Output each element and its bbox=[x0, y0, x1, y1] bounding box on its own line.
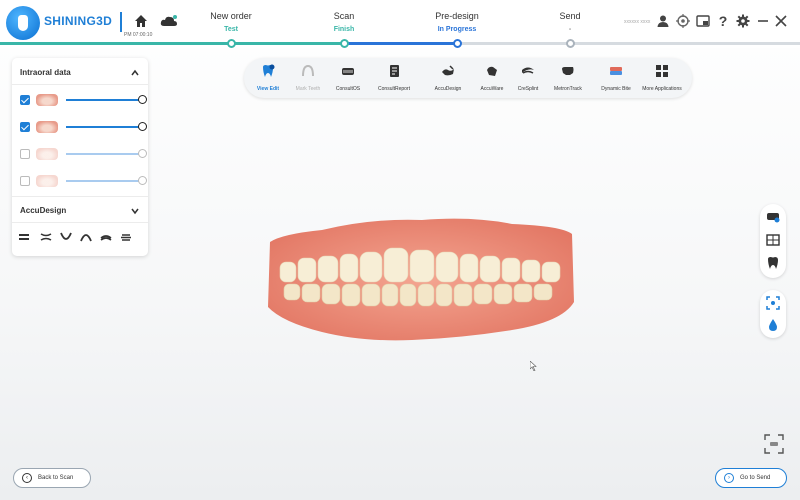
splint-icon bbox=[522, 67, 534, 74]
slider-knob[interactable] bbox=[138, 95, 147, 104]
accudesign-icon bbox=[442, 65, 454, 76]
tool-more-applications[interactable]: More Applications bbox=[640, 62, 684, 96]
tooth-view-icon[interactable] bbox=[766, 256, 780, 270]
stack-tool-icon[interactable] bbox=[120, 232, 132, 242]
opacity-slider[interactable] bbox=[66, 180, 140, 182]
opacity-slider[interactable] bbox=[66, 153, 140, 155]
right-view-tools bbox=[760, 204, 786, 278]
step-title-send: Send bbox=[559, 11, 581, 21]
step-title-pre-design: Pre-design bbox=[435, 11, 479, 21]
arch-icon bbox=[302, 64, 314, 77]
user-icon[interactable] bbox=[656, 14, 670, 28]
step-dot-new-order[interactable] bbox=[227, 39, 236, 48]
dentition-icon bbox=[342, 68, 354, 75]
go-to-send-button[interactable]: › Go to Send bbox=[715, 468, 787, 488]
arch-down-icon[interactable] bbox=[60, 232, 72, 242]
dynamic-bite-icon bbox=[610, 67, 622, 75]
tool-consultreport[interactable]: ConsultReport bbox=[372, 62, 416, 96]
tooth-edit-icon bbox=[263, 64, 275, 77]
tool-consultos[interactable]: ConsultOS bbox=[326, 62, 370, 96]
divider bbox=[12, 196, 148, 197]
lower-scan-thumbnail bbox=[36, 175, 58, 187]
user-name: xxxxxx xxxx bbox=[624, 19, 651, 25]
divider bbox=[120, 12, 122, 32]
step-status-pre-design: In Progress bbox=[437, 26, 477, 33]
home-icon[interactable] bbox=[134, 14, 148, 28]
chevron-left-icon: ‹ bbox=[22, 473, 32, 483]
tool-dynamic-bite[interactable]: Dynamic Bite bbox=[594, 62, 638, 96]
layer-row bbox=[20, 174, 147, 188]
tool-label: ConsultReport bbox=[378, 86, 410, 92]
step-dot-send[interactable] bbox=[566, 39, 575, 48]
tooth-logo-icon bbox=[18, 15, 28, 31]
align-tool-icon[interactable] bbox=[18, 232, 30, 242]
brand-name: SHINING3D bbox=[44, 14, 113, 28]
layer-checkbox[interactable] bbox=[20, 122, 30, 132]
app-toolbar: View Edit Mark Teeth ConsultOS ConsultRe… bbox=[244, 58, 692, 98]
arch-up-icon[interactable] bbox=[80, 232, 92, 242]
metrontrack-icon bbox=[562, 67, 574, 75]
tool-label: More Applications bbox=[642, 86, 682, 92]
minimize-icon[interactable] bbox=[756, 14, 770, 28]
layer-row bbox=[20, 120, 147, 134]
upper-scan-thumbnail bbox=[36, 148, 58, 160]
right-color-tools bbox=[760, 290, 786, 338]
intraoral-data-title: Intraoral data bbox=[20, 68, 71, 77]
chevron-up-icon[interactable] bbox=[130, 68, 140, 78]
cloud-icon[interactable] bbox=[160, 14, 178, 28]
layer-row bbox=[20, 93, 147, 107]
report-icon bbox=[390, 65, 399, 77]
chevron-right-icon: › bbox=[724, 473, 734, 483]
accudesign-title: AccuDesign bbox=[20, 206, 67, 215]
clock-time: PM 07:00:10 bbox=[124, 32, 153, 38]
step-dot-scan[interactable] bbox=[340, 39, 349, 48]
lower-jaw-thumbnail bbox=[36, 121, 58, 133]
opacity-slider[interactable] bbox=[66, 99, 140, 101]
progress-remaining bbox=[457, 42, 800, 45]
color-drop-icon[interactable] bbox=[766, 318, 780, 332]
layers-tool-icon[interactable] bbox=[100, 232, 112, 242]
intraoral-3d-model[interactable] bbox=[262, 212, 578, 352]
settings-icon[interactable] bbox=[736, 14, 750, 28]
top-bar: SHINING3D PM 07:00:10 New order Test Sca… bbox=[0, 0, 800, 48]
opacity-slider[interactable] bbox=[66, 126, 140, 128]
step-status-new-order: Test bbox=[224, 26, 238, 33]
grid-view-icon[interactable] bbox=[766, 233, 780, 247]
divider bbox=[12, 222, 148, 223]
scan-view-icon[interactable] bbox=[766, 210, 780, 224]
layer-checkbox[interactable] bbox=[20, 95, 30, 105]
help-icon[interactable]: ? bbox=[716, 14, 730, 28]
focus-icon[interactable] bbox=[766, 296, 780, 310]
progress-current bbox=[344, 42, 457, 45]
layer-checkbox[interactable] bbox=[20, 149, 30, 159]
bite-tool-icon[interactable] bbox=[40, 232, 52, 242]
mouse-cursor-icon bbox=[530, 361, 537, 371]
layer-checkbox[interactable] bbox=[20, 176, 30, 186]
chevron-down-icon[interactable] bbox=[130, 206, 140, 216]
slider-knob[interactable] bbox=[138, 122, 147, 131]
step-status-send: - bbox=[568, 26, 572, 33]
layer-row bbox=[20, 147, 147, 161]
step-title-new-order: New order bbox=[210, 11, 252, 21]
slider-knob[interactable] bbox=[138, 176, 147, 185]
step-dot-pre-design[interactable] bbox=[453, 39, 462, 48]
grid-apps-icon bbox=[656, 65, 668, 77]
step-status-scan: Finish bbox=[333, 26, 355, 33]
close-icon[interactable] bbox=[774, 14, 788, 28]
divider bbox=[12, 84, 148, 85]
back-to-scan-button[interactable]: ‹ Back to Scan bbox=[13, 468, 91, 488]
upper-jaw-thumbnail bbox=[36, 94, 58, 106]
back-to-scan-label: Back to Scan bbox=[38, 475, 74, 481]
intraoral-data-panel: Intraoral data AccuDesign bbox=[12, 58, 148, 256]
window-icon[interactable] bbox=[696, 14, 710, 28]
slider-knob[interactable] bbox=[138, 149, 147, 158]
accuware-icon bbox=[487, 66, 497, 76]
step-title-scan: Scan bbox=[333, 11, 355, 21]
tool-metrontrack[interactable]: MetronTrack bbox=[546, 62, 590, 96]
logo bbox=[6, 6, 40, 40]
target-icon[interactable] bbox=[676, 14, 690, 28]
go-to-send-label: Go to Send bbox=[740, 475, 771, 481]
fit-view-icon[interactable] bbox=[764, 434, 784, 454]
